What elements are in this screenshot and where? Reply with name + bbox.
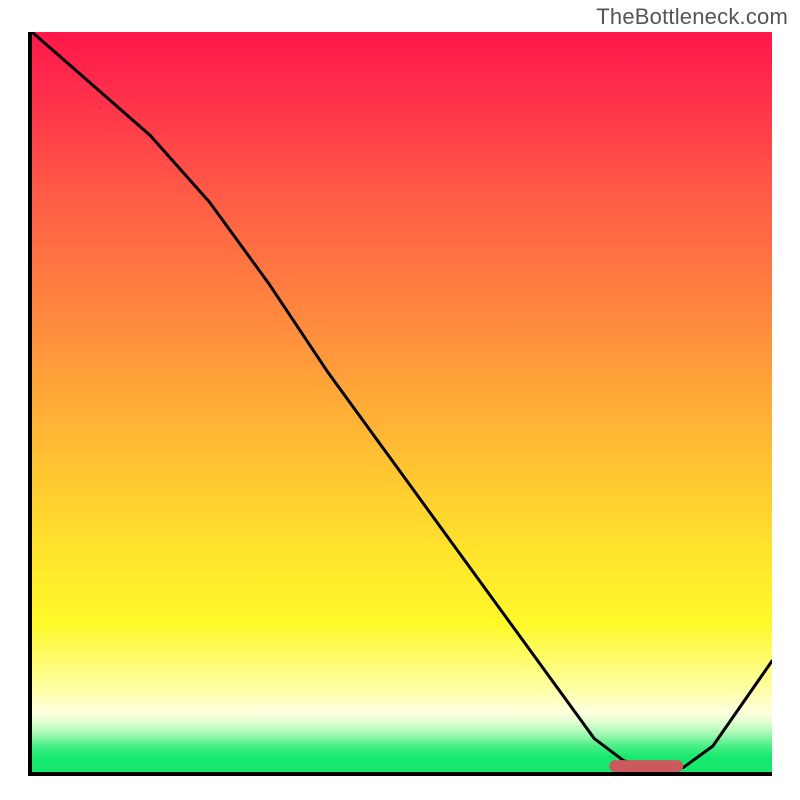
curve-svg (32, 32, 772, 772)
optimal-range-marker (609, 760, 683, 772)
bottleneck-curve (32, 32, 772, 768)
watermark-text: TheBottleneck.com (596, 4, 788, 30)
plot-area (28, 32, 772, 776)
chart-wrapper: TheBottleneck.com (0, 0, 800, 800)
